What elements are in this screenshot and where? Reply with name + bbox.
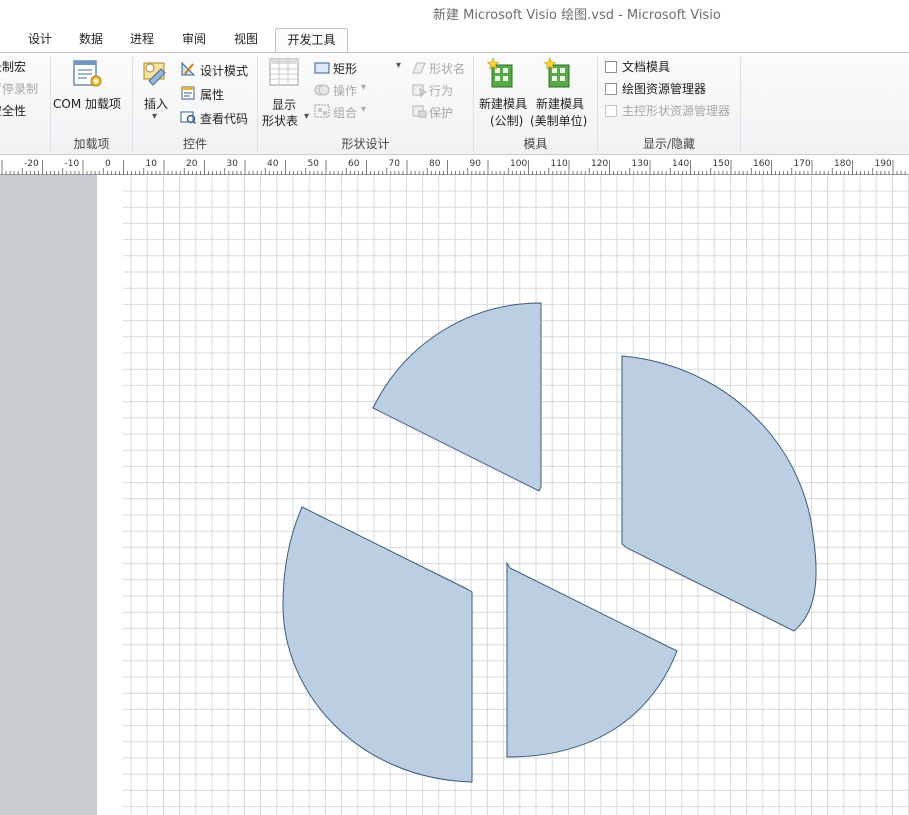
drawing-explorer-checkbox[interactable] [605, 83, 617, 95]
protection-icon [411, 104, 427, 118]
properties-icon [180, 85, 196, 101]
shapesheet-dropdown-icon[interactable]: ▾ [304, 111, 309, 122]
ruler-label: 50 [308, 159, 320, 169]
ruler-label: 40 [267, 159, 279, 169]
shape-name-icon [411, 61, 427, 75]
ruler-label: 180 [834, 159, 851, 169]
ruler-label: 150 [713, 159, 730, 169]
new-stencil-metric-icon[interactable] [486, 57, 516, 89]
group-label-addins: 加载项 [73, 137, 110, 151]
ruler-label: 140 [672, 159, 689, 169]
ruler-label: -10 [65, 159, 80, 169]
ruler-label: 60 [348, 159, 360, 169]
pie-segment-left[interactable] [282, 506, 473, 783]
show-shapesheet-button[interactable]: 显示 [272, 96, 296, 113]
ruler-label: 20 [186, 159, 198, 169]
ruler-label: 30 [227, 159, 239, 169]
group-label-stencil: 模具 [523, 137, 548, 151]
ribbon: 录制宏 暂停录制 安全性 COM 加载项 加载项 [0, 52, 909, 155]
group-label-shape-design: 形状设计 [341, 137, 390, 151]
group-shape-design: 显示 形状表 ▾ 矩形 ▾ 操作 ▾ 组合 ▾ 形状名 行为 保护 形状设计 [258, 53, 473, 154]
tab-data[interactable]: 数据 [72, 28, 110, 52]
ruler-label: 130 [632, 159, 649, 169]
shapesheet-icon[interactable] [269, 58, 299, 86]
shape-name-button[interactable]: 形状名 [429, 60, 465, 77]
operations-dropdown-icon[interactable]: ▾ [361, 82, 366, 93]
group-label-controls: 控件 [182, 137, 207, 151]
rectangle-button[interactable]: 矩形 [333, 60, 357, 77]
group-label-show-hide: 显示/隐藏 [642, 137, 696, 151]
document-stencil-label[interactable]: 文档模具 [622, 58, 670, 75]
group-icon [314, 104, 330, 118]
behavior-button[interactable]: 行为 [429, 82, 453, 99]
properties-button[interactable]: 属性 [200, 86, 224, 103]
operations-icon [314, 83, 330, 97]
ruler-label: -20 [24, 159, 39, 169]
tab-developer[interactable]: 开发工具 [275, 28, 348, 54]
ruler-label: 170 [794, 159, 811, 169]
drawing-explorer-label[interactable]: 绘图资源管理器 [622, 80, 706, 97]
ruler-label: 110 [551, 159, 568, 169]
group-controls: 插入 ▾ 设计模式 属性 查看代码 控件 [133, 53, 257, 154]
macro-security-button[interactable]: 安全性 [0, 102, 26, 119]
tab-review[interactable]: 审阅 [175, 28, 213, 52]
insert-control-button[interactable]: 插入 [144, 95, 168, 112]
master-explorer-checkbox[interactable] [605, 105, 617, 117]
ribbon-tabs: 设计 数据 进程 审阅 视图 开发工具 [0, 24, 909, 54]
horizontal-ruler[interactable]: -20 -10 0 10 20 30 40 50 60 70 80 90 100 110 120 130 140… [0, 155, 909, 175]
drawing-margin [97, 175, 123, 815]
ruler-label: 70 [389, 159, 401, 169]
behavior-icon [411, 83, 428, 98]
ruler-label: 0 [105, 159, 111, 169]
group-addins: COM 加载项 加载项 [51, 53, 132, 154]
com-addins-button[interactable]: COM 加载项 [53, 95, 121, 112]
insert-control-icon[interactable] [141, 59, 173, 89]
rectangle-icon [314, 61, 330, 75]
operations-button[interactable]: 操作 [333, 82, 357, 99]
ruler-label: 120 [591, 159, 608, 169]
title-bar: 新建 Microsoft Visio 绘图.vsd - Microsoft Vi… [0, 0, 909, 24]
master-explorer-label[interactable]: 主控形状资源管理器 [622, 102, 730, 119]
show-shapesheet-button-line2[interactable]: 形状表 [262, 112, 298, 129]
ruler-label: 90 [470, 159, 482, 169]
group-dropdown-icon[interactable]: ▾ [361, 104, 366, 115]
group-button[interactable]: 组合 [333, 104, 357, 121]
pie-segment-bottom[interactable] [506, 561, 678, 758]
window-title: 新建 Microsoft Visio 绘图.vsd - Microsoft Vi… [433, 8, 721, 23]
com-addins-icon[interactable] [72, 59, 104, 89]
tab-process[interactable]: 进程 [123, 28, 161, 52]
drawing-canvas[interactable] [123, 175, 909, 815]
group-show-hide: 文档模具 绘图资源管理器 主控形状资源管理器 显示/隐藏 [598, 53, 740, 154]
design-mode-icon [180, 61, 196, 77]
shapes-layer [282, 302, 817, 783]
tab-design[interactable]: 设计 [22, 28, 58, 52]
view-code-icon [180, 109, 197, 125]
ruler-label: 160 [753, 159, 770, 169]
document-stencil-checkbox[interactable] [605, 61, 617, 73]
design-mode-button[interactable]: 设计模式 [200, 62, 248, 79]
record-macro-button[interactable]: 录制宏 [0, 58, 26, 75]
new-stencil-us-button-line2[interactable]: (美制单位) [530, 112, 587, 129]
new-stencil-us-button[interactable]: 新建模具 [536, 95, 584, 112]
ruler-label: 190 [875, 159, 892, 169]
pie-segment-top[interactable] [372, 302, 542, 492]
ruler-label: 100 [510, 159, 527, 169]
group-code: 录制宏 暂停录制 安全性 [0, 53, 50, 154]
ruler-label: 10 [146, 159, 158, 169]
group-separator [740, 57, 741, 151]
protection-button[interactable]: 保护 [429, 104, 453, 121]
ruler-ticks: -20 -10 0 10 20 30 40 50 60 70 80 90 100 110 120 130 140… [1, 159, 906, 175]
new-stencil-metric-button-line2[interactable]: (公制) [490, 112, 523, 129]
tab-view[interactable]: 视图 [227, 28, 265, 52]
group-stencil: 新建模具 (公制) 新建模具 (美制单位) 模具 [474, 53, 597, 154]
new-stencil-us-icon[interactable] [543, 57, 573, 89]
pause-recording-button[interactable]: 暂停录制 [0, 80, 38, 97]
ruler-label: 80 [429, 159, 441, 169]
page-background-gray [0, 175, 97, 815]
rectangle-dropdown-icon[interactable]: ▾ [396, 60, 401, 71]
pie-segment-right[interactable] [621, 355, 817, 632]
new-stencil-metric-button[interactable]: 新建模具 [479, 95, 527, 112]
insert-dropdown-icon[interactable]: ▾ [152, 111, 157, 122]
view-code-button[interactable]: 查看代码 [200, 110, 248, 127]
